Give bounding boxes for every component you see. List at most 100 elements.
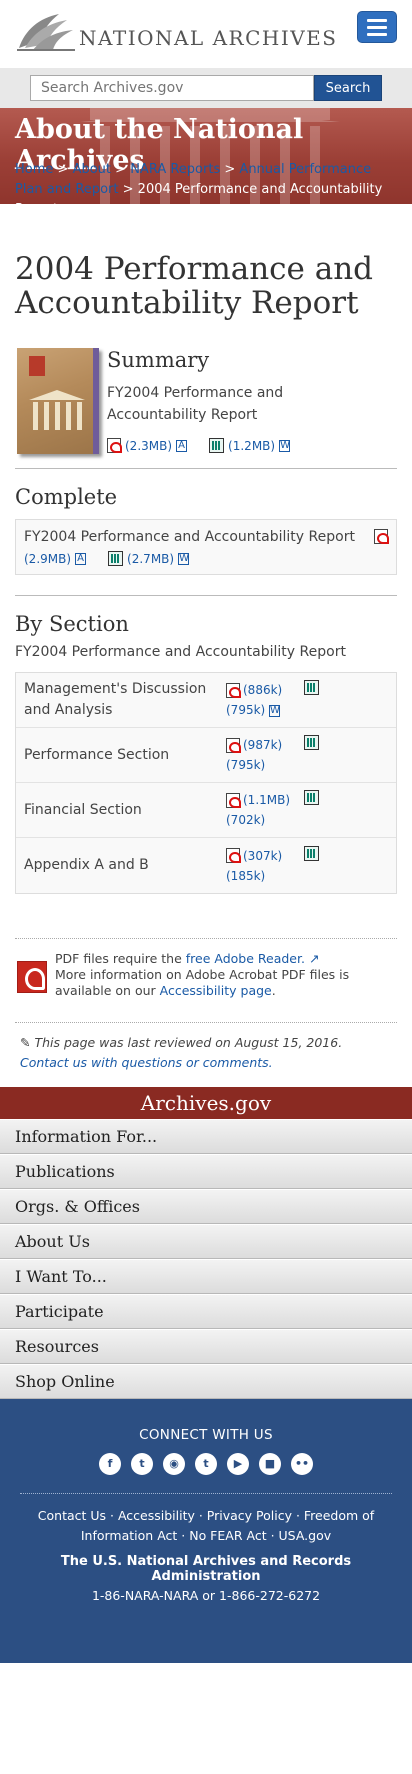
- org-name: The U.S. National Archives and Records A…: [60, 1554, 352, 1584]
- summary-heading: Summary: [107, 348, 210, 372]
- pdf-link[interactable]: (886k): [243, 680, 282, 700]
- word-badge-icon: W: [178, 552, 190, 565]
- summary-subtitle: FY2004 Performance and Accountability Re…: [107, 385, 284, 423]
- summary-word-link[interactable]: (1.2MB): [228, 439, 275, 453]
- hamburger-icon: [367, 18, 387, 22]
- summary-downloads: (2.3MB) A (1.2MB) W: [107, 438, 291, 453]
- word-link[interactable]: (702k): [226, 813, 265, 827]
- footer-item-about-us[interactable]: About Us: [0, 1224, 412, 1259]
- adobe-reader-link[interactable]: free Adobe Reader.: [186, 951, 305, 966]
- page-title: 2004 Performance and Accountability Repo…: [15, 251, 374, 321]
- national-archives-logo[interactable]: NATIONAL ARCHIVES: [15, 10, 337, 52]
- word-icon[interactable]: [304, 845, 319, 861]
- pdf-badge-icon: A: [176, 439, 188, 452]
- pdf-icon[interactable]: [226, 737, 241, 753]
- footer-banner[interactable]: Archives.gov: [0, 1087, 412, 1119]
- word-badge-icon: W: [269, 704, 281, 717]
- section-banner: About the National Archives Home > About…: [0, 108, 412, 204]
- section-label: Financial Section: [24, 801, 142, 818]
- site-footer: CONNECT WITH US f t ◉ t ▶ ■ •• Contact U…: [0, 1399, 412, 1663]
- blog-icon[interactable]: ■: [259, 1453, 281, 1475]
- pdf-icon[interactable]: [226, 848, 241, 863]
- footer-item-i-want-to[interactable]: I Want To...: [0, 1259, 412, 1294]
- word-link[interactable]: (185k): [226, 869, 265, 883]
- accessibility-page-link[interactable]: Accessibility page: [160, 983, 272, 998]
- pdf-link[interactable]: (1.1MB): [243, 790, 290, 810]
- footer-item-information-for[interactable]: Information For...: [0, 1119, 412, 1154]
- word-icon[interactable]: [304, 790, 319, 805]
- connect-heading: CONNECT WITH US: [139, 1427, 273, 1443]
- site-header: NATIONAL ARCHIVES: [0, 0, 412, 68]
- search-button[interactable]: Search: [314, 75, 382, 101]
- word-icon[interactable]: [108, 551, 124, 566]
- flickr-icon[interactable]: ••: [291, 1453, 313, 1475]
- last-reviewed-text: This page was last reviewed on August 15…: [34, 1035, 343, 1050]
- pdf-note: PDF files require the free Adobe Reader.…: [15, 938, 397, 1012]
- table-row: Appendix A and B (307k) (185k): [16, 838, 396, 893]
- pdf-icon[interactable]: [107, 438, 122, 453]
- breadcrumb-nara-reports[interactable]: NARA Reports: [130, 162, 220, 177]
- footer-divider: [20, 1493, 392, 1494]
- eagle-logo-icon: [17, 14, 75, 51]
- word-link[interactable]: (795k): [226, 758, 265, 772]
- adobe-acrobat-icon: [17, 961, 47, 993]
- complete-pdf-link[interactable]: (2.9MB): [24, 552, 71, 566]
- divider: [15, 468, 397, 469]
- footer-item-shop-online[interactable]: Shop Online: [0, 1364, 412, 1399]
- complete-heading: Complete: [15, 485, 118, 509]
- summary-pdf-link[interactable]: (2.3MB): [125, 439, 172, 453]
- divider: [15, 595, 397, 596]
- word-badge-icon: W: [279, 439, 291, 452]
- pdf-badge-icon: A: [75, 552, 87, 565]
- facebook-icon[interactable]: f: [99, 1453, 121, 1475]
- phone-number: 1-86-NARA-NARA or 1-866-272-6272: [91, 1588, 321, 1603]
- pdf-icon[interactable]: [226, 792, 241, 808]
- contact-link[interactable]: Contact us with questions or comments.: [20, 1055, 273, 1070]
- breadcrumb: Home > About > NARA Reports > Annual Per…: [15, 160, 400, 204]
- breadcrumb-about[interactable]: About: [73, 162, 111, 177]
- section-table: Management's Discussion and Analysis (88…: [15, 672, 397, 894]
- word-link[interactable]: (795k): [226, 703, 265, 717]
- main-content: 2004 Performance and Accountability Repo…: [0, 252, 412, 1012]
- external-link-icon: ↗: [308, 951, 320, 966]
- twitter-icon[interactable]: t: [131, 1453, 153, 1475]
- instagram-icon[interactable]: ◉: [163, 1453, 185, 1475]
- edit-icon: ✎: [20, 1035, 31, 1050]
- complete-report-box: FY2004 Performance and Accountability Re…: [15, 519, 397, 575]
- footer-item-resources[interactable]: Resources: [0, 1329, 412, 1364]
- section-label: Appendix A and B: [24, 857, 149, 873]
- pdf-link[interactable]: (307k): [243, 846, 282, 866]
- report-cover-image[interactable]: [17, 348, 99, 454]
- section-label: Performance Section: [24, 746, 170, 763]
- breadcrumb-home[interactable]: Home: [15, 162, 53, 177]
- pdf-icon[interactable]: [226, 682, 241, 698]
- footer-links[interactable]: Contact Us · Accessibility · Privacy Pol…: [15, 1506, 397, 1546]
- page-review-note: ✎ This page was last reviewed on August …: [15, 1022, 397, 1087]
- word-icon[interactable]: [209, 438, 225, 453]
- footer-item-participate[interactable]: Participate: [0, 1294, 412, 1329]
- table-row: Management's Discussion and Analysis (88…: [16, 673, 396, 728]
- search-bar: Search: [0, 68, 412, 108]
- complete-word-link[interactable]: (2.7MB): [127, 552, 174, 566]
- section-label: Management's Discussion and Analysis: [24, 681, 207, 718]
- by-section-heading: By Section: [15, 612, 129, 636]
- logo-text: NATIONAL ARCHIVES: [79, 26, 338, 50]
- table-row: Financial Section (1.1MB) (702k): [16, 783, 396, 838]
- youtube-icon[interactable]: ▶: [227, 1453, 249, 1475]
- summary-block: Summary FY2004 Performance and Accountab…: [15, 348, 397, 458]
- by-section-subtitle: FY2004 Performance and Accountability Re…: [15, 644, 346, 660]
- social-links: f t ◉ t ▶ ■ ••: [15, 1453, 397, 1475]
- footer-menu: Information For... Publications Orgs. & …: [0, 1119, 412, 1399]
- pdf-link[interactable]: (987k): [243, 735, 282, 755]
- word-icon[interactable]: [304, 680, 319, 695]
- footer-item-publications[interactable]: Publications: [0, 1154, 412, 1189]
- word-icon[interactable]: [304, 735, 319, 750]
- search-input[interactable]: [30, 75, 314, 101]
- pdf-icon[interactable]: [374, 529, 389, 544]
- complete-report-title: FY2004 Performance and Accountability Re…: [24, 529, 355, 545]
- tumblr-icon[interactable]: t: [195, 1453, 217, 1475]
- table-row: Performance Section (987k) (795k): [16, 728, 396, 783]
- footer-item-orgs-offices[interactable]: Orgs. & Offices: [0, 1189, 412, 1224]
- menu-button[interactable]: [357, 11, 397, 43]
- building-illustration: [29, 390, 85, 430]
